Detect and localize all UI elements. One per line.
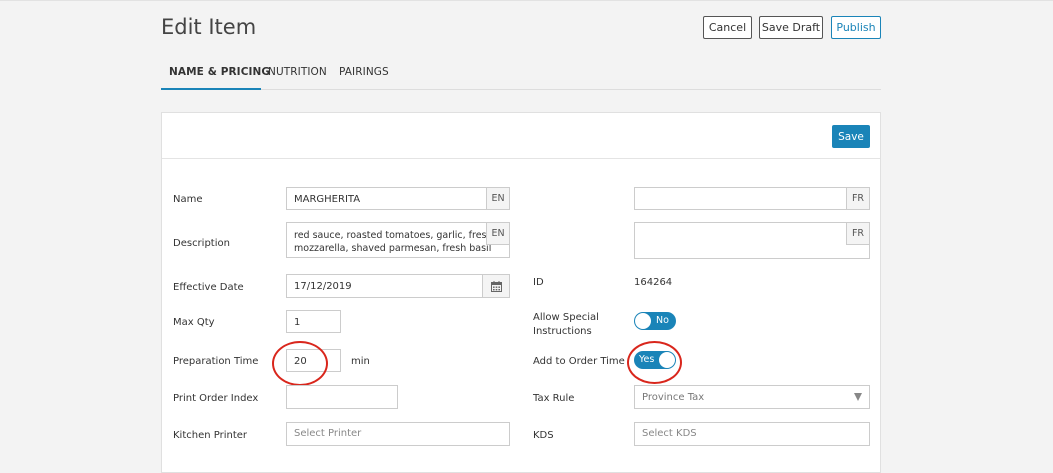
- effective-date-label: Effective Date: [173, 282, 244, 293]
- toggle-knob: [635, 313, 651, 329]
- active-tab-indicator: [161, 88, 261, 90]
- name-fr-input[interactable]: FR: [634, 187, 870, 210]
- chevron-down-icon: [854, 393, 862, 401]
- add-to-order-time-label: Add to Order Time: [533, 356, 625, 367]
- annotation-circle: [272, 341, 328, 386]
- publish-button[interactable]: Publish: [831, 16, 881, 39]
- id-label: ID: [533, 277, 544, 288]
- kitchen-printer-placeholder: Select Printer: [294, 428, 362, 439]
- max-qty-value: 1: [294, 317, 301, 328]
- tax-rule-value: Province Tax: [642, 392, 705, 403]
- tab-nutrition[interactable]: NUTRITION: [268, 66, 327, 78]
- lang-badge-fr: FR: [846, 188, 869, 209]
- kds-placeholder: Select KDS: [642, 428, 697, 439]
- kds-select[interactable]: Select KDS: [634, 422, 870, 446]
- lang-badge-en: EN: [486, 223, 509, 245]
- edit-form-card: Save Name MARGHERITA EN FR Description r…: [161, 112, 881, 473]
- kitchen-printer-select[interactable]: Select Printer: [286, 422, 510, 446]
- effective-date-input[interactable]: 17/12/2019: [286, 274, 510, 298]
- kitchen-printer-label: Kitchen Printer: [173, 430, 248, 441]
- name-value: MARGHERITA: [294, 194, 361, 205]
- top-divider: [0, 0, 1053, 1]
- preparation-time-label: Preparation Time: [173, 356, 259, 367]
- cancel-button[interactable]: Cancel: [703, 16, 752, 39]
- id-value: 164264: [634, 277, 673, 288]
- tabs-divider: [161, 89, 881, 90]
- allow-special-instructions-label-2: Instructions: [533, 326, 592, 337]
- description-label: Description: [173, 238, 230, 249]
- print-order-index-label: Print Order Index: [173, 393, 259, 404]
- description-fr-input[interactable]: FR: [634, 222, 870, 259]
- lang-badge-fr: FR: [846, 223, 869, 245]
- tax-rule-select[interactable]: Province Tax: [634, 385, 870, 409]
- card-divider: [162, 158, 880, 159]
- allow-special-instructions-toggle[interactable]: No: [634, 312, 676, 330]
- description-line-2: mozzarella, shaved parmesan, fresh basil: [294, 243, 492, 254]
- effective-date-value: 17/12/2019: [294, 281, 352, 292]
- max-qty-label: Max Qty: [173, 317, 215, 328]
- description-line-1: red sauce, roasted tomatoes, garlic, fre…: [294, 230, 493, 241]
- save-draft-button[interactable]: Save Draft: [759, 16, 823, 39]
- tab-name-pricing[interactable]: NAME & PRICING: [169, 66, 270, 78]
- kds-label: KDS: [533, 430, 554, 441]
- toggle-state-label: No: [656, 315, 669, 326]
- print-order-index-input[interactable]: [286, 385, 398, 409]
- annotation-circle: [627, 341, 682, 384]
- lang-badge-en: EN: [486, 188, 509, 209]
- preparation-time-unit: min: [351, 356, 370, 367]
- allow-special-instructions-label-1: Allow Special: [533, 312, 599, 323]
- tab-pairings[interactable]: PAIRINGS: [339, 66, 389, 78]
- calendar-icon[interactable]: [482, 275, 509, 297]
- save-button[interactable]: Save: [832, 125, 870, 148]
- max-qty-input[interactable]: 1: [286, 310, 341, 333]
- page-title: Edit Item: [161, 15, 257, 39]
- name-en-input[interactable]: MARGHERITA EN: [286, 187, 510, 210]
- tax-rule-label: Tax Rule: [533, 393, 575, 404]
- name-label: Name: [173, 194, 203, 205]
- description-en-input[interactable]: red sauce, roasted tomatoes, garlic, fre…: [286, 222, 510, 258]
